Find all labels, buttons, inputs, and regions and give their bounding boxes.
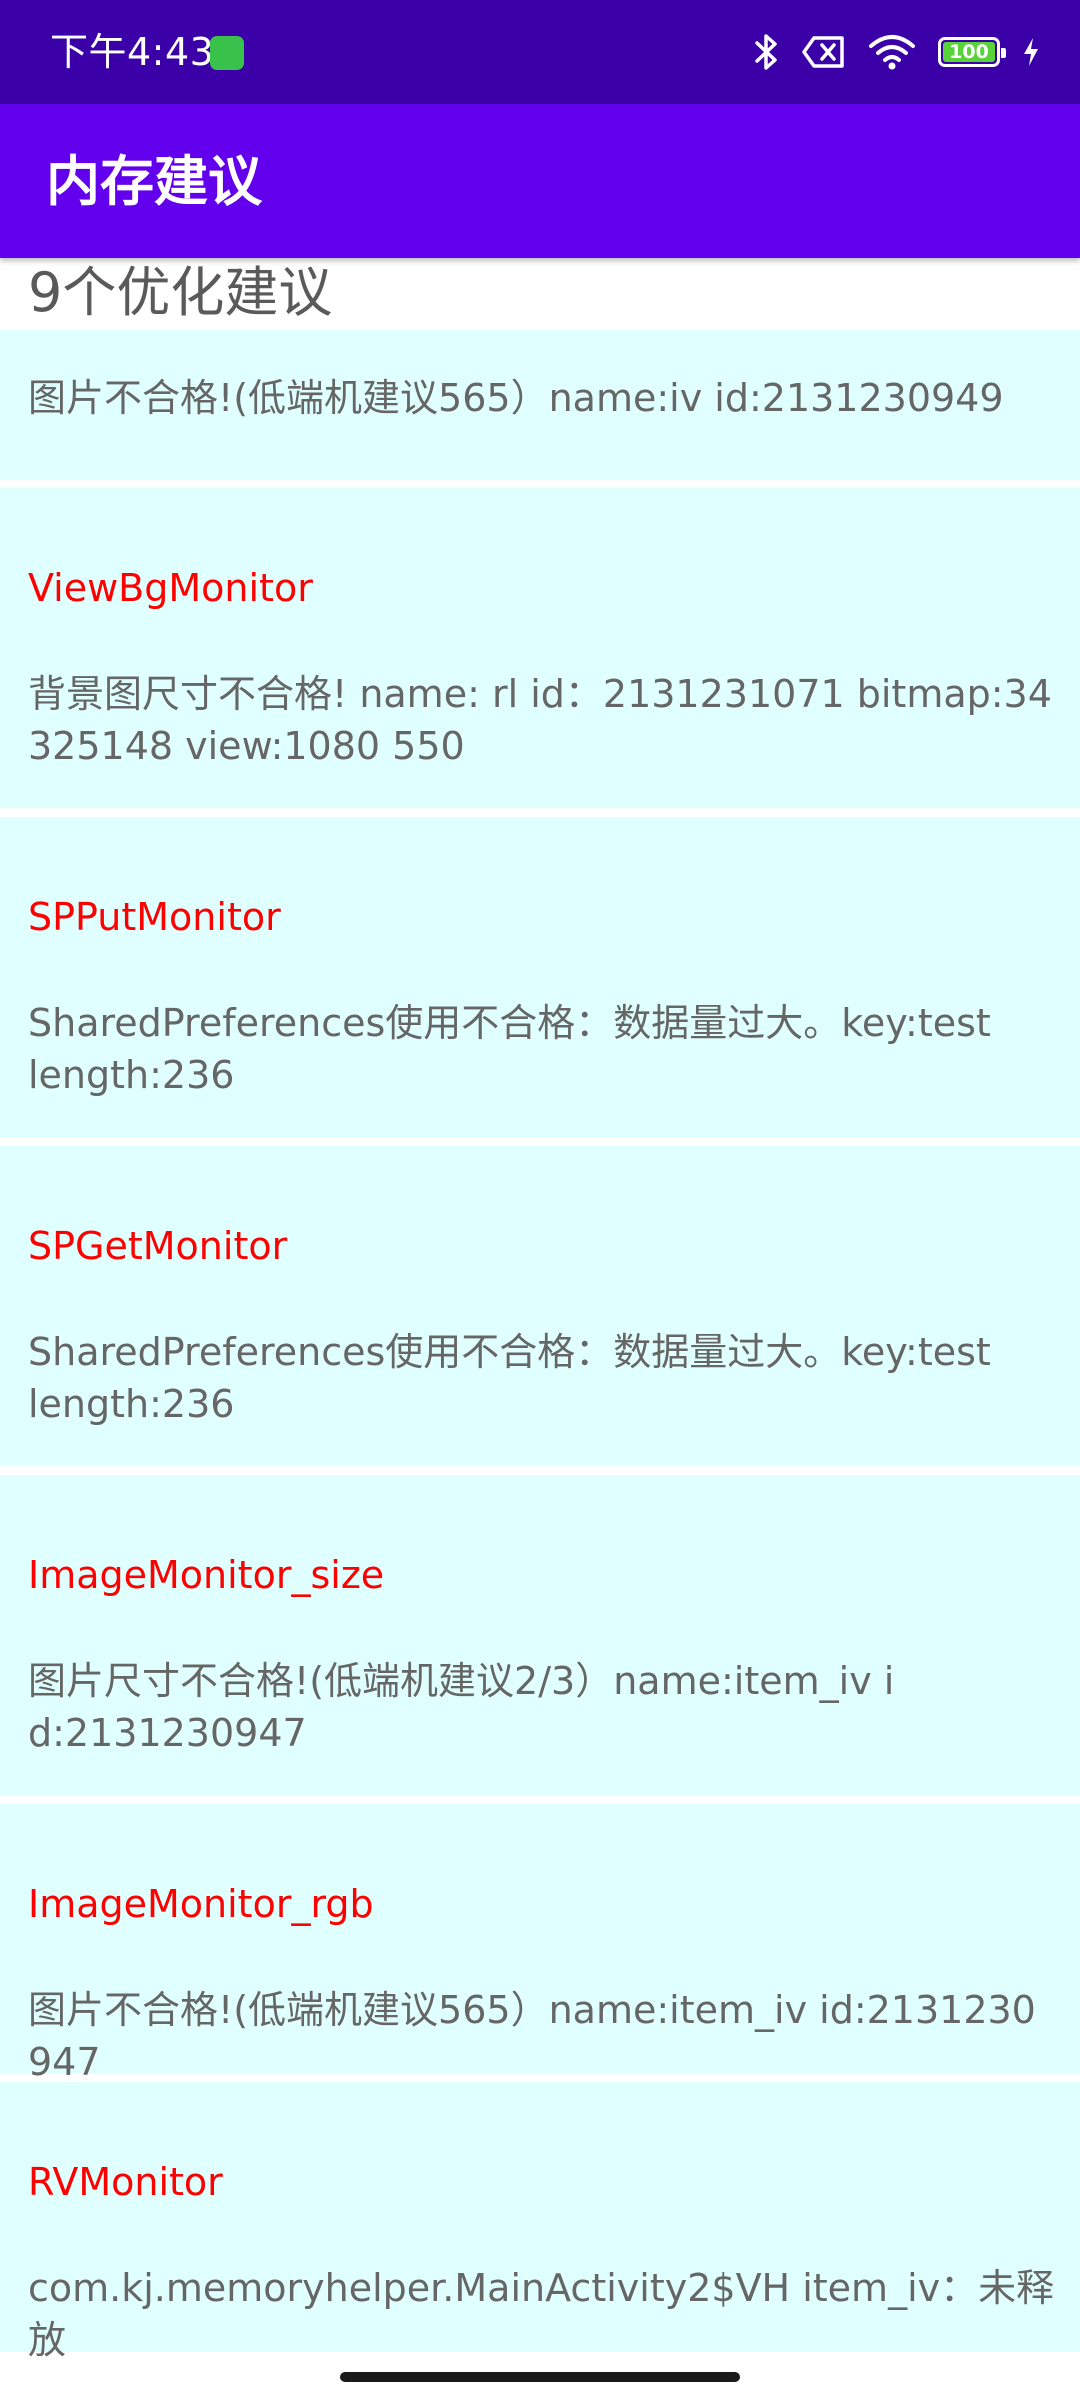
item-title: ViewBgMonitor	[28, 566, 313, 610]
item-title: ImageMonitor_size	[28, 1553, 385, 1597]
item-message: com.kj.memoryhelper.MainActivity2$VH ite…	[28, 2266, 1055, 2362]
item-message: 图片不合格!(低端机建议565）name:iv id:2131230949	[28, 376, 1004, 420]
item-message: 背景图尺寸不合格! name: rl id：2131231071 bitmap:…	[28, 672, 1052, 768]
charging-icon	[1022, 36, 1040, 68]
list-item[interactable]: ImageMonitor_rgb 图片不合格!(低端机建议565）name:it…	[0, 1804, 1080, 2084]
wifi-icon	[868, 34, 916, 70]
list-item[interactable]: SPPutMonitor SharedPreferences使用不合格：数据量过…	[0, 817, 1080, 1137]
item-title: ImageMonitor_rgb	[28, 1882, 374, 1926]
bluetooth-icon	[754, 32, 780, 72]
item-message: 图片不合格!(低端机建议565）name:item_iv id:21312309…	[28, 1988, 1036, 2084]
item-message: SharedPreferences使用不合格：数据量过大。key:test le…	[28, 1001, 991, 1097]
suggestion-count: 9个优化建议	[28, 261, 333, 324]
item-title: RVMonitor	[28, 2160, 223, 2204]
list-item[interactable]: RVMonitor com.kj.memoryhelper.MainActivi…	[0, 2082, 1080, 2362]
list-item[interactable]: ImageMonitor_size 图片尺寸不合格!(低端机建议2/3）name…	[0, 1475, 1080, 1795]
battery-level: 100	[949, 41, 989, 63]
app-notification-icon	[210, 36, 244, 70]
item-message: SharedPreferences使用不合格：数据量过大。key:test le…	[28, 1330, 991, 1426]
list-item[interactable]: ViewBgMonitor 背景图尺寸不合格! name: rl id：2131…	[0, 488, 1080, 808]
list-item[interactable]: SPGetMonitor SharedPreferences使用不合格：数据量过…	[0, 1146, 1080, 1466]
item-message: 图片尺寸不合格!(低端机建议2/3）name:item_iv id:213123…	[28, 1659, 895, 1755]
status-time: 下午4:43	[50, 30, 215, 74]
item-title: SPPutMonitor	[28, 895, 281, 939]
list-item[interactable]: 图片不合格!(低端机建议565）name:iv id:2131230949	[0, 330, 1080, 480]
page-title: 内存建议	[46, 150, 262, 213]
item-title: SPGetMonitor	[28, 1224, 288, 1268]
battery-icon: 100	[938, 37, 1006, 67]
sim-off-icon	[802, 34, 846, 70]
status-icons: 100	[754, 28, 1040, 76]
home-indicator[interactable]	[340, 2372, 740, 2382]
status-bar: 下午4:43 100	[0, 0, 1080, 104]
app-bar: 内存建议	[0, 104, 1080, 258]
